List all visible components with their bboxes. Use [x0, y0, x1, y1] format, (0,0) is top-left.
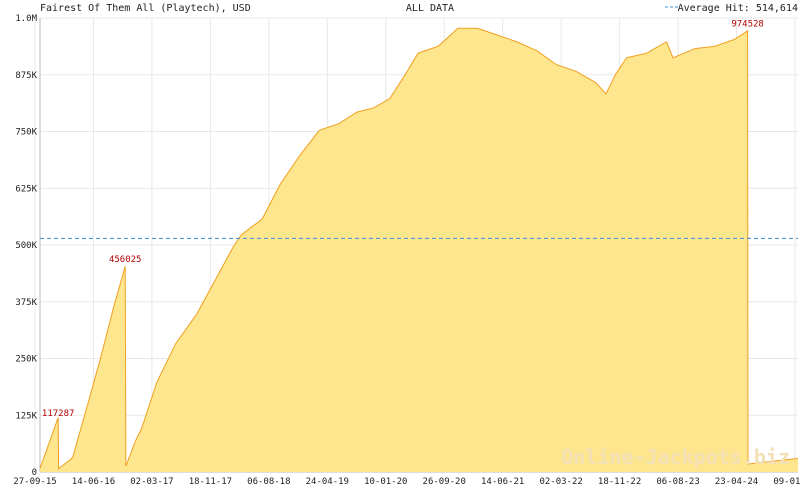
x-tick-label: 14-06-21	[481, 477, 524, 487]
x-tick-label: 18-11-17	[189, 477, 232, 487]
watermark: Online-Jackpots.biz	[561, 445, 790, 469]
peak-label: 117287	[42, 409, 75, 419]
x-tick-label: 14-06-16	[72, 477, 115, 487]
average-legend-label: Average Hit: 514,614	[678, 3, 798, 14]
x-tick-label: 02-03-17	[130, 477, 173, 487]
peak-label: 974528	[731, 20, 764, 30]
y-tick-label: 750K	[15, 128, 37, 138]
y-tick-label: 250K	[15, 355, 37, 365]
x-tick-label: 06-08-23	[656, 477, 699, 487]
y-tick-label: 1.0M	[15, 14, 37, 24]
y-tick-label: 625K	[15, 184, 37, 194]
y-tick-label: 875K	[15, 71, 37, 81]
y-tick-label: 375K	[15, 298, 37, 308]
y-tick-label: 125K	[15, 411, 37, 421]
jackpot-history-chart: Fairest Of Them All (Playtech), USD ALL …	[13, 3, 800, 487]
plot-area	[39, 27, 799, 472]
x-tick-label: 23-04-24	[715, 477, 758, 487]
y-axis: 1.0M875K750K625K500K375K250K125K0	[15, 14, 37, 478]
x-tick-label: 09-01-25	[773, 477, 800, 487]
x-tick-label: 24-04-19	[306, 477, 349, 487]
series-area	[40, 28, 798, 472]
peak-label: 456025	[109, 255, 142, 265]
y-tick-label: 500K	[15, 241, 37, 251]
chart-title: Fairest Of Them All (Playtech), USD	[40, 3, 251, 14]
x-tick-label: 06-08-18	[247, 477, 290, 487]
chart-subtitle: ALL DATA	[406, 3, 454, 14]
x-axis: 27-09-15 14-06-16 02-03-17 18-11-17 06-08-18…	[13, 477, 800, 487]
x-tick-label: 27-09-15	[13, 477, 56, 487]
x-tick-label: 18-11-22	[598, 477, 641, 487]
x-tick-label: 02-03-22	[539, 477, 582, 487]
x-tick-label: 10-01-20	[364, 477, 407, 487]
x-tick-label: 26-09-20	[423, 477, 466, 487]
